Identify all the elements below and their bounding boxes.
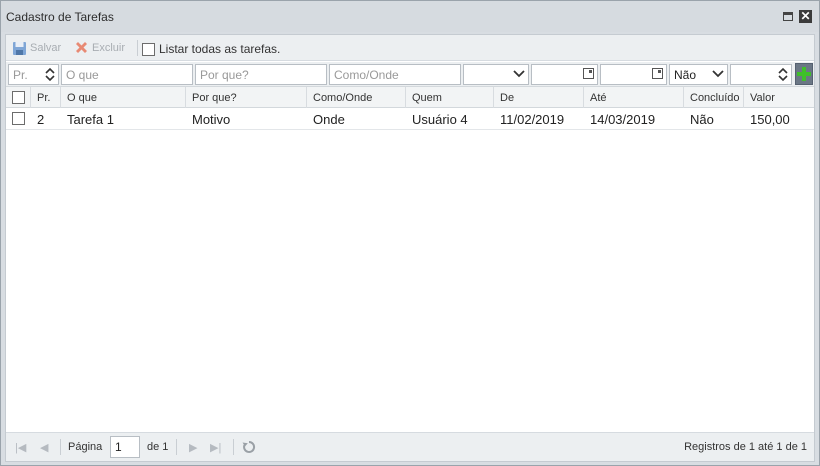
refresh-icon[interactable] <box>242 440 256 454</box>
filter-row: Pr. O que Por que? Como/Onde Não <box>6 62 814 86</box>
close-icon[interactable]: ✕ <box>799 10 812 23</box>
chevron-down-icon <box>513 70 525 78</box>
cell-comoonde: Onde <box>313 112 345 127</box>
calendar-icon[interactable] <box>652 68 663 79</box>
save-label: Salvar <box>30 42 62 54</box>
first-page-icon[interactable]: |◀ <box>15 441 26 454</box>
prev-page-icon[interactable]: ◀ <box>40 441 48 454</box>
header-comoonde[interactable]: Como/Onde <box>307 87 406 108</box>
header-de[interactable]: De <box>494 87 584 108</box>
floppy-disk-icon <box>13 41 26 55</box>
last-page-icon[interactable]: ▶| <box>210 441 221 454</box>
cell-quem: Usuário 4 <box>412 112 468 127</box>
select-all-checkbox[interactable] <box>12 91 25 104</box>
title-bar: Cadastro de Tarefas ✕ <box>1 1 819 32</box>
next-page-icon[interactable]: ▶ <box>189 441 197 454</box>
filter-quem-select[interactable] <box>463 64 529 85</box>
window-title: Cadastro de Tarefas <box>6 10 114 24</box>
header-oque[interactable]: O que <box>61 87 186 108</box>
filter-oque-input[interactable]: O que <box>61 64 193 85</box>
header-pr[interactable]: Pr. <box>31 87 61 108</box>
list-all-toggle[interactable]: Listar todas as tarefas. <box>142 42 280 56</box>
spinner-icon[interactable] <box>777 66 789 83</box>
delete-x-icon <box>76 41 87 53</box>
cell-oque: Tarefa 1 <box>67 112 114 127</box>
cell-concluido: Não <box>690 112 714 127</box>
spinner-icon[interactable] <box>44 66 56 83</box>
plus-icon <box>797 67 811 81</box>
save-button[interactable]: Salvar <box>12 41 61 55</box>
row-checkbox[interactable] <box>12 112 25 125</box>
pagination-bar: |◀ ◀ Página 1 de 1 ▶ ▶| Registros de 1 a… <box>6 432 814 461</box>
page-label: Página <box>68 441 103 453</box>
add-task-button[interactable] <box>795 63 813 85</box>
toolbar: Salvar Excluir Listar todas as tarefas. <box>6 35 814 61</box>
list-all-label: Listar todas as tarefas. <box>159 42 281 56</box>
cell-ate: 14/03/2019 <box>590 112 656 127</box>
main-panel: Salvar Excluir Listar todas as tarefas. … <box>5 34 815 462</box>
cell-porque: Motivo <box>192 112 231 127</box>
delete-label: Excluir <box>92 42 126 54</box>
page-number-input[interactable]: 1 <box>110 436 140 458</box>
table-header: Pr. O que Por que? Como/Onde Quem De Até… <box>6 86 814 108</box>
page-count-label: de 1 <box>147 441 169 453</box>
header-select-all <box>6 87 31 108</box>
header-quem[interactable]: Quem <box>406 87 494 108</box>
filter-concluido-value: Não <box>674 68 697 82</box>
header-concluido[interactable]: Concluído <box>684 87 744 108</box>
header-ate[interactable]: Até <box>584 87 684 108</box>
filter-concluido-select[interactable]: Não <box>669 64 728 85</box>
table-row[interactable]: 2 Tarefa 1 Motivo Onde Usuário 4 11/02/2… <box>6 108 814 130</box>
toolbar-separator <box>137 40 138 56</box>
pager-separator <box>60 439 61 455</box>
maximize-icon[interactable] <box>783 12 793 21</box>
pager-separator <box>233 439 234 455</box>
task-window: Cadastro de Tarefas ✕ Salvar Excluir Lis… <box>0 0 820 466</box>
filter-comoonde-input[interactable]: Como/Onde <box>329 64 461 85</box>
header-valor[interactable]: Valor <box>744 87 814 108</box>
cell-valor: 150,00 <box>750 112 790 127</box>
filter-valor-input[interactable] <box>730 64 792 85</box>
filter-pr-placeholder: Pr. <box>13 68 28 82</box>
list-all-checkbox[interactable] <box>142 42 155 56</box>
filter-oque-placeholder: O que <box>66 68 99 82</box>
filter-de-date[interactable] <box>531 64 598 85</box>
filter-porque-placeholder: Por que? <box>200 68 249 82</box>
cell-pr: 2 <box>37 112 45 127</box>
records-summary: Registros de 1 até 1 de 1 <box>684 441 807 453</box>
calendar-icon[interactable] <box>583 68 594 79</box>
pager-separator <box>176 439 177 455</box>
header-porque[interactable]: Por que? <box>186 87 307 108</box>
filter-pr-input[interactable]: Pr. <box>8 64 59 85</box>
chevron-down-icon <box>712 70 724 78</box>
filter-comoonde-placeholder: Como/Onde <box>334 68 399 82</box>
cell-de: 11/02/2019 <box>500 112 565 127</box>
filter-porque-input[interactable]: Por que? <box>195 64 327 85</box>
filter-ate-date[interactable] <box>600 64 667 85</box>
delete-button[interactable]: Excluir <box>74 41 125 55</box>
